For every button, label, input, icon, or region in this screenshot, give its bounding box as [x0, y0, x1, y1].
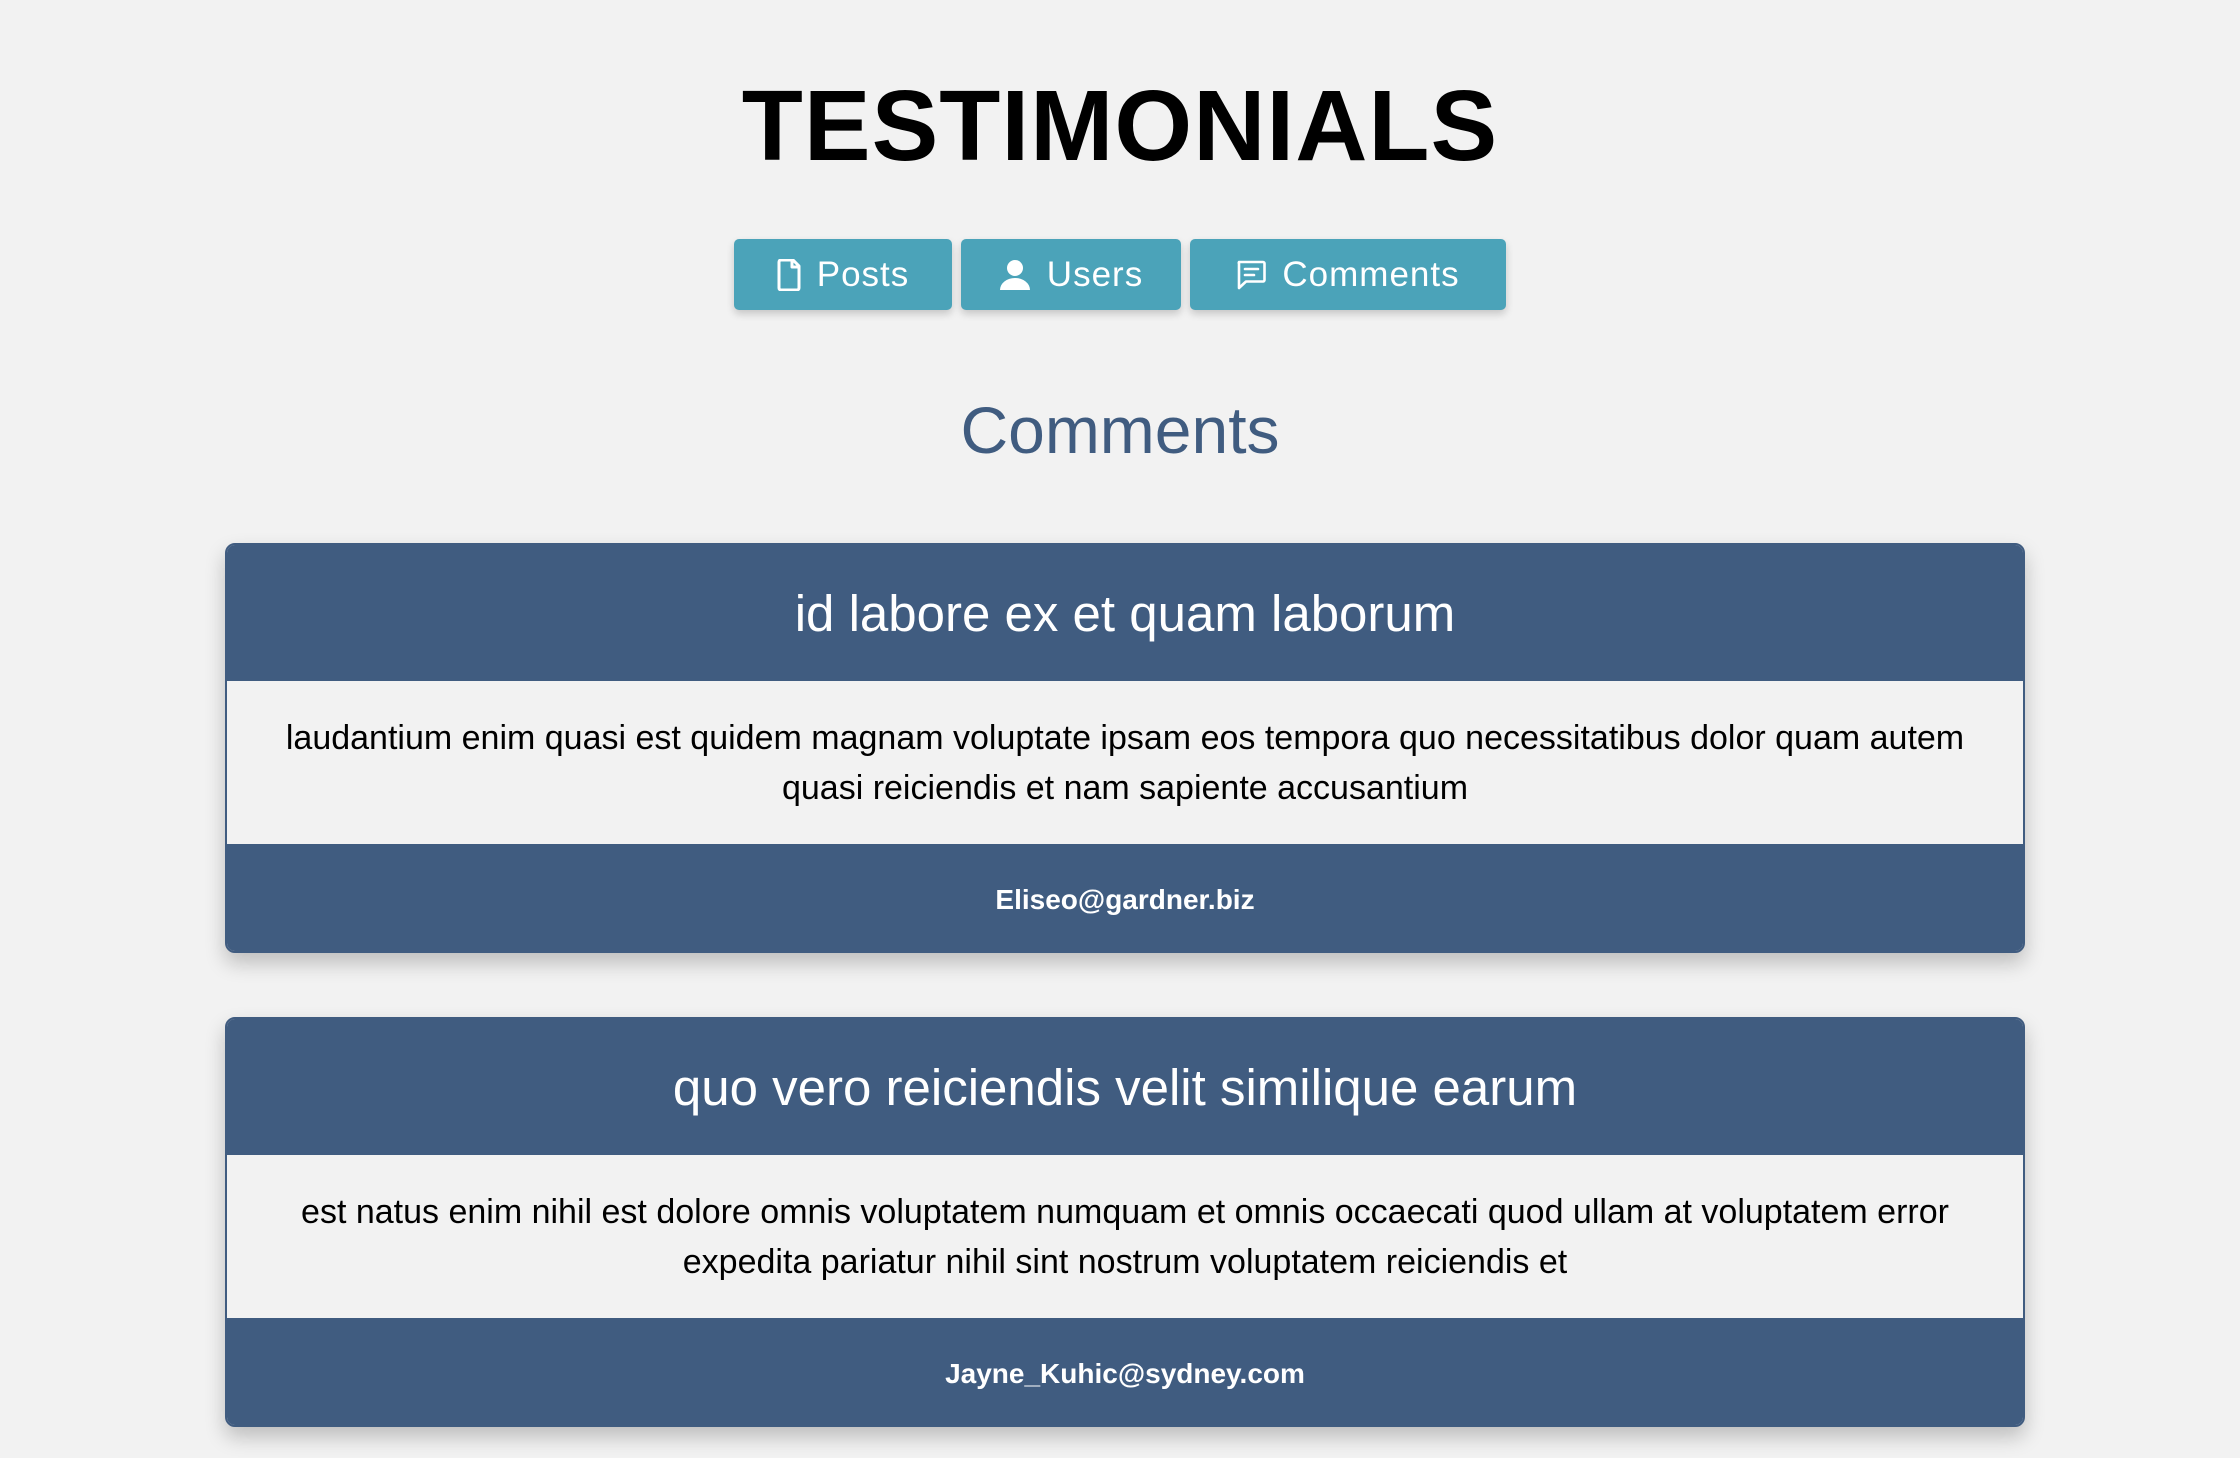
comment-icon — [1236, 260, 1267, 290]
comment-title: quo vero reiciendis velit similique earu… — [227, 1019, 2023, 1155]
comment-body: est natus enim nihil est dolore omnis vo… — [301, 1192, 1949, 1281]
section-title: Comments — [960, 393, 1280, 467]
nav-bar: Posts Users Comments — [0, 239, 2240, 310]
users-label: Users — [1046, 254, 1144, 294]
comments-label: Comments — [1282, 254, 1460, 294]
comment-card: id labore ex et quam laborum laudantium … — [225, 543, 2025, 953]
posts-label: Posts — [816, 254, 910, 294]
comment-email: Jayne_Kuhic@sydney.com — [227, 1318, 2023, 1425]
users-button[interactable]: Users — [961, 239, 1181, 310]
comment-title: id labore ex et quam laborum — [227, 545, 2023, 681]
document-icon — [777, 258, 801, 291]
comments-button[interactable]: Comments — [1190, 239, 1506, 310]
comment-card: quo vero reiciendis velit similique earu… — [225, 1017, 2025, 1427]
user-icon — [999, 259, 1031, 291]
posts-button[interactable]: Posts — [734, 239, 952, 310]
page-title: TESTIMONIALS — [741, 70, 1499, 182]
comment-body: laudantium enim quasi est quidem magnam … — [285, 718, 1965, 807]
comment-email: Eliseo@gardner.biz — [227, 844, 2023, 951]
